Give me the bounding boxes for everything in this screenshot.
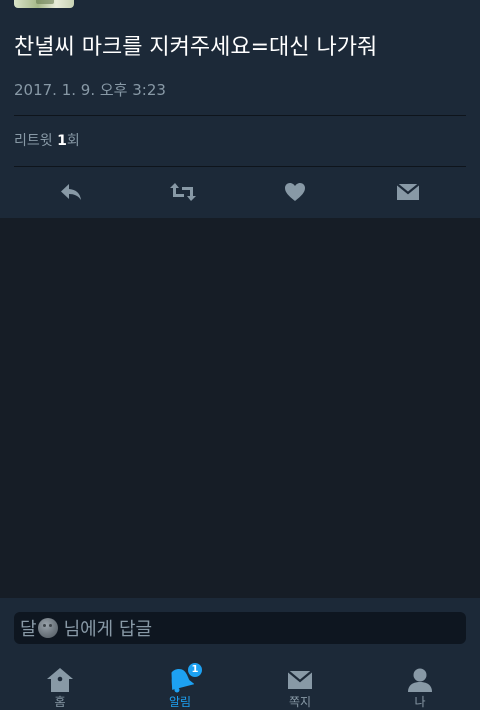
new-moon-face-icon [37,618,58,638]
tab-home[interactable]: 홈 [0,654,120,710]
conversation-area [0,218,480,598]
tab-messages[interactable]: 쪽지 [240,654,360,710]
retweet-label: 리트윗 [14,133,53,149]
attached-image-thumbnail[interactable] [14,0,74,8]
bottom-tab-bar: 홈 1 알림 쪽지 나 [0,654,480,710]
retweet-button[interactable] [170,179,196,205]
reply-icon [59,182,83,202]
tab-me[interactable]: 나 [360,654,480,710]
tab-me-label: 나 [414,695,426,709]
tab-notifications[interactable]: 1 알림 [120,654,240,710]
retweet-icon [169,182,197,202]
reply-bar: 달 님에게 답글 [0,598,480,654]
retweet-unit: 회 [66,133,80,149]
tab-messages-label: 쪽지 [288,695,312,709]
reply-name-prefix: 달 [20,619,37,640]
tab-home-label: 홈 [54,695,66,709]
tweet-text: 찬녈씨 마크를 지켜주세요=대신 나가줘 [14,35,378,60]
heart-icon [284,182,306,202]
home-icon [46,666,74,694]
envelope-icon [396,182,420,202]
direct-message-button[interactable] [395,179,421,205]
reply-placeholder: 님에게 답글 [63,619,153,640]
tweet-detail-card: 찬녈씨 마크를 지켜주세요=대신 나가줘 2017. 1. 9. 오후 3:23… [0,0,480,218]
reply-input[interactable]: 달 님에게 답글 [14,612,466,644]
tab-notifications-label: 알림 [168,695,192,709]
notification-badge: 1 [186,661,204,679]
like-button[interactable] [282,179,308,205]
tweet-action-bar [0,167,480,217]
reply-button[interactable] [58,179,84,205]
person-icon [406,666,434,694]
divider [14,115,466,116]
retweet-count-line[interactable]: 리트윗 1회 [14,130,80,152]
tweet-timestamp: 2017. 1. 9. 오후 3:23 [14,81,166,99]
envelope-icon [286,666,314,694]
retweet-count: 1 [57,133,67,149]
